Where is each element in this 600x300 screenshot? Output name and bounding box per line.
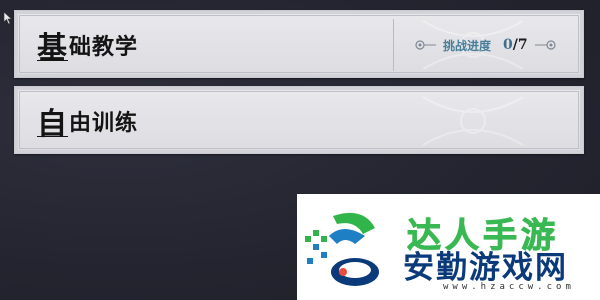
node-left-icon <box>415 40 436 50</box>
basic-tutorial-title: 基 础教学 <box>37 27 139 66</box>
watermark-brand-bottom: 安勤游戏网 <box>403 250 568 286</box>
card-divider <box>393 19 394 71</box>
progress-label: 挑战进度 <box>443 38 492 53</box>
free-training-card[interactable]: 自 由训练 <box>14 86 584 154</box>
challenge-progress: 挑战进度 0/7 <box>415 34 556 56</box>
title-initial: 基 <box>37 31 68 66</box>
node-right-icon <box>534 40 556 50</box>
title-rest: 础教学 <box>69 34 139 60</box>
site-watermark: 达人手游 安勤游戏网 www.hzaccw.com <box>297 194 600 300</box>
watermark-url: www.hzaccw.com <box>443 282 575 292</box>
title-rest: 由训练 <box>69 110 139 136</box>
progress-current: 0 <box>503 37 513 53</box>
basic-tutorial-card[interactable]: 基 础教学 挑战进度 0/7 <box>14 10 584 78</box>
progress-count: 0/7 <box>503 37 528 53</box>
mouse-pointer-icon <box>3 11 13 25</box>
progress-total: /7 <box>512 37 528 53</box>
card-ornament-icon <box>422 96 524 146</box>
watermark-logo-icon <box>305 212 379 286</box>
free-training-title: 自 由训练 <box>37 103 139 142</box>
title-initial: 自 <box>37 107 68 142</box>
